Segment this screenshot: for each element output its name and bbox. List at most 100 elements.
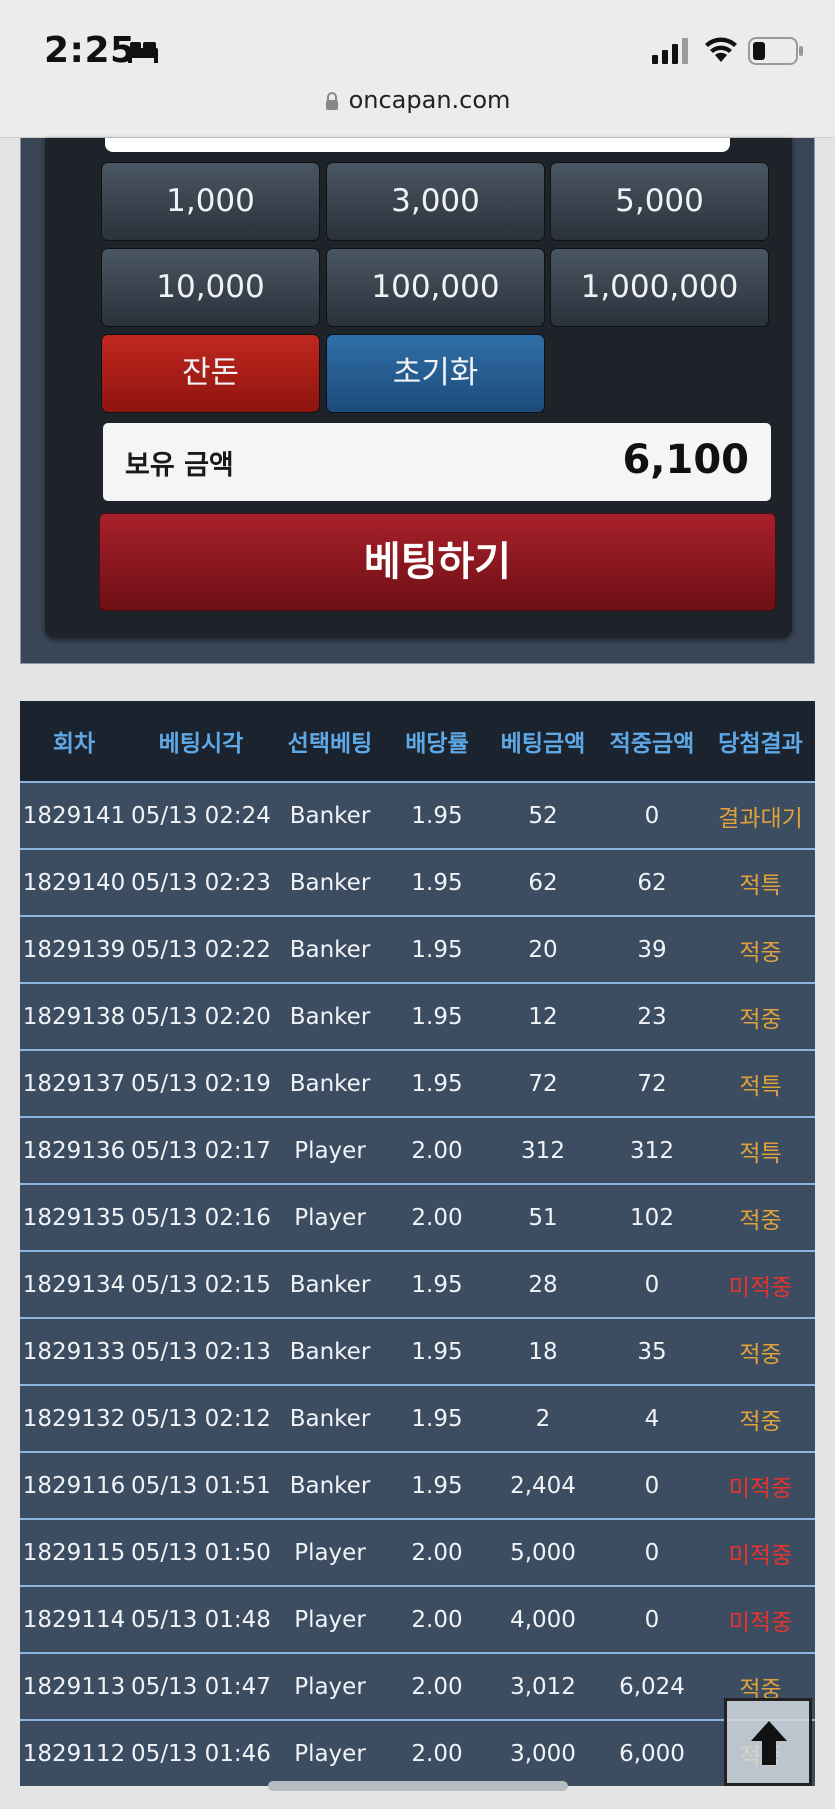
cell-bet-amount: 3,000 (510, 1740, 576, 1767)
cell-odds: 1.95 (411, 1472, 463, 1499)
table-row: 1829114 05/13 01:48 Player 2.00 4,000 0 미적중 (20, 1585, 815, 1652)
cell-selection: Banker (289, 1003, 371, 1030)
cell-selection: Banker (289, 802, 371, 829)
cell-odds: 2.00 (411, 1606, 463, 1633)
table-row: 1829135 05/13 02:16 Player 2.00 51 102 적중 (20, 1183, 815, 1250)
cell-odds: 1.95 (411, 936, 463, 963)
cell-result: 적중 (739, 1207, 782, 1234)
cell-win-amount: 23 (637, 1003, 667, 1030)
scroll-to-top-button[interactable] (724, 1698, 812, 1786)
cell-bet-amount: 72 (528, 1070, 558, 1097)
cell-win-amount: 62 (637, 869, 667, 896)
reset-button[interactable]: 초기화 (326, 334, 545, 413)
cell-round: 1829137 (22, 1070, 126, 1097)
cell-odds: 2.00 (411, 1137, 463, 1164)
bed-icon (128, 42, 158, 63)
cell-round: 1829136 (22, 1137, 126, 1164)
cell-selection: Banker (289, 1338, 371, 1365)
cell-result: 적특 (739, 1140, 782, 1167)
cell-win-amount: 0 (644, 802, 660, 829)
bet-amount-input[interactable] (105, 138, 730, 152)
cell-round: 1829140 (22, 869, 126, 896)
cell-bet-time: 05/13 01:47 (131, 1673, 271, 1700)
cell-bet-time: 05/13 02:16 (131, 1204, 271, 1231)
chip-button-5000[interactable]: 5,000 (550, 162, 769, 241)
column-header-round: 회차 (52, 731, 96, 757)
chip-button-100000[interactable]: 100,000 (326, 248, 545, 327)
cell-bet-amount: 18 (528, 1338, 558, 1365)
chip-button-1000[interactable]: 1,000 (101, 162, 320, 241)
cell-bet-amount: 5,000 (510, 1539, 576, 1566)
cell-win-amount: 4 (644, 1405, 660, 1432)
cell-round: 1829115 (22, 1539, 126, 1566)
table-row: 1829133 05/13 02:13 Banker 1.95 18 35 적중 (20, 1317, 815, 1384)
cell-bet-time: 05/13 02:22 (131, 936, 271, 963)
cell-round: 1829112 (22, 1740, 126, 1767)
cell-result: 적중 (739, 1006, 782, 1033)
balance-display: 보유 금액 6,100 (103, 423, 771, 501)
chip-button-1000000[interactable]: 1,000,000 (550, 248, 769, 327)
cell-selection: Player (294, 1740, 366, 1767)
cell-odds: 2.00 (411, 1204, 463, 1231)
cell-bet-time: 05/13 02:13 (131, 1338, 271, 1365)
cell-selection: Player (294, 1539, 366, 1566)
balance-label: 보유 금액 (125, 450, 234, 481)
cell-bet-amount: 20 (528, 936, 558, 963)
cell-result: 결과대기 (718, 805, 803, 832)
cell-selection: Banker (289, 1070, 371, 1097)
cell-selection: Banker (289, 1405, 371, 1432)
bet-history-table: 회차 베팅시각 선택베팅 배당률 베팅금액 적중금액 당첨결과 1829141 0… (20, 701, 815, 1786)
table-body: 1829141 05/13 02:24 Banker 1.95 52 0 결과대기 18291… (20, 781, 815, 1786)
place-bet-button[interactable]: 베팅하기 (99, 513, 776, 611)
chip-button-3000[interactable]: 3,000 (326, 162, 545, 241)
table-row: 1829132 05/13 02:12 Banker 1.95 2 4 적중 (20, 1384, 815, 1451)
cell-odds: 1.95 (411, 1271, 463, 1298)
table-row: 1829134 05/13 02:15 Banker 1.95 28 0 미적중 (20, 1250, 815, 1317)
chip-button-10000[interactable]: 10,000 (101, 248, 320, 327)
cell-win-amount: 72 (637, 1070, 667, 1097)
cell-result: 미적중 (728, 1542, 793, 1569)
table-row: 1829136 05/13 02:17 Player 2.00 312 312 적특 (20, 1116, 815, 1183)
cell-round: 1829116 (22, 1472, 126, 1499)
cell-round: 1829138 (22, 1003, 126, 1030)
cell-round: 1829141 (22, 802, 126, 829)
column-header-bet-amount: 베팅금액 (500, 731, 586, 757)
cell-bet-amount: 28 (528, 1271, 558, 1298)
cell-win-amount: 312 (630, 1137, 674, 1164)
address-bar[interactable]: oncapan.com (0, 86, 835, 114)
status-time: 2:25 (44, 30, 136, 71)
cell-win-amount: 6,000 (619, 1740, 685, 1767)
balance-value: 6,100 (622, 437, 749, 483)
cell-odds: 2.00 (411, 1740, 463, 1767)
cell-result: 미적중 (728, 1475, 793, 1502)
cell-odds: 1.95 (411, 802, 463, 829)
cell-result: 적특 (739, 872, 782, 899)
change-button[interactable]: 잔돈 (101, 334, 320, 413)
table-row: 1829137 05/13 02:19 Banker 1.95 72 72 적특 (20, 1049, 815, 1116)
bet-panel-container: 1,000 3,000 5,000 10,000 100,000 1,000,0… (20, 138, 815, 664)
cell-round: 1829113 (22, 1673, 126, 1700)
cell-odds: 1.95 (411, 1338, 463, 1365)
cell-bet-amount: 4,000 (510, 1606, 576, 1633)
cell-win-amount: 39 (637, 936, 667, 963)
column-header-selection: 선택베팅 (287, 731, 373, 757)
cell-odds: 1.95 (411, 1070, 463, 1097)
table-header: 회차 베팅시각 선택베팅 배당률 베팅금액 적중금액 당첨결과 (20, 701, 815, 781)
url-text: oncapan.com (348, 86, 511, 114)
cell-bet-time: 05/13 02:12 (131, 1405, 271, 1432)
cell-win-amount: 0 (644, 1271, 660, 1298)
cell-bet-amount: 2 (535, 1405, 551, 1432)
cell-result: 적중 (739, 939, 782, 966)
arrow-up-icon (751, 1721, 787, 1765)
cell-bet-time: 05/13 01:50 (131, 1539, 271, 1566)
cell-selection: Player (294, 1137, 366, 1164)
cell-selection: Banker (289, 1271, 371, 1298)
battery-icon (748, 37, 803, 65)
column-header-odds: 배당률 (405, 731, 469, 757)
cell-selection: Banker (289, 936, 371, 963)
cell-bet-time: 05/13 01:46 (131, 1740, 271, 1767)
cell-selection: Banker (289, 869, 371, 896)
cell-result: 적중 (739, 1341, 782, 1368)
cell-selection: Banker (289, 1472, 371, 1499)
cell-odds: 1.95 (411, 1405, 463, 1432)
